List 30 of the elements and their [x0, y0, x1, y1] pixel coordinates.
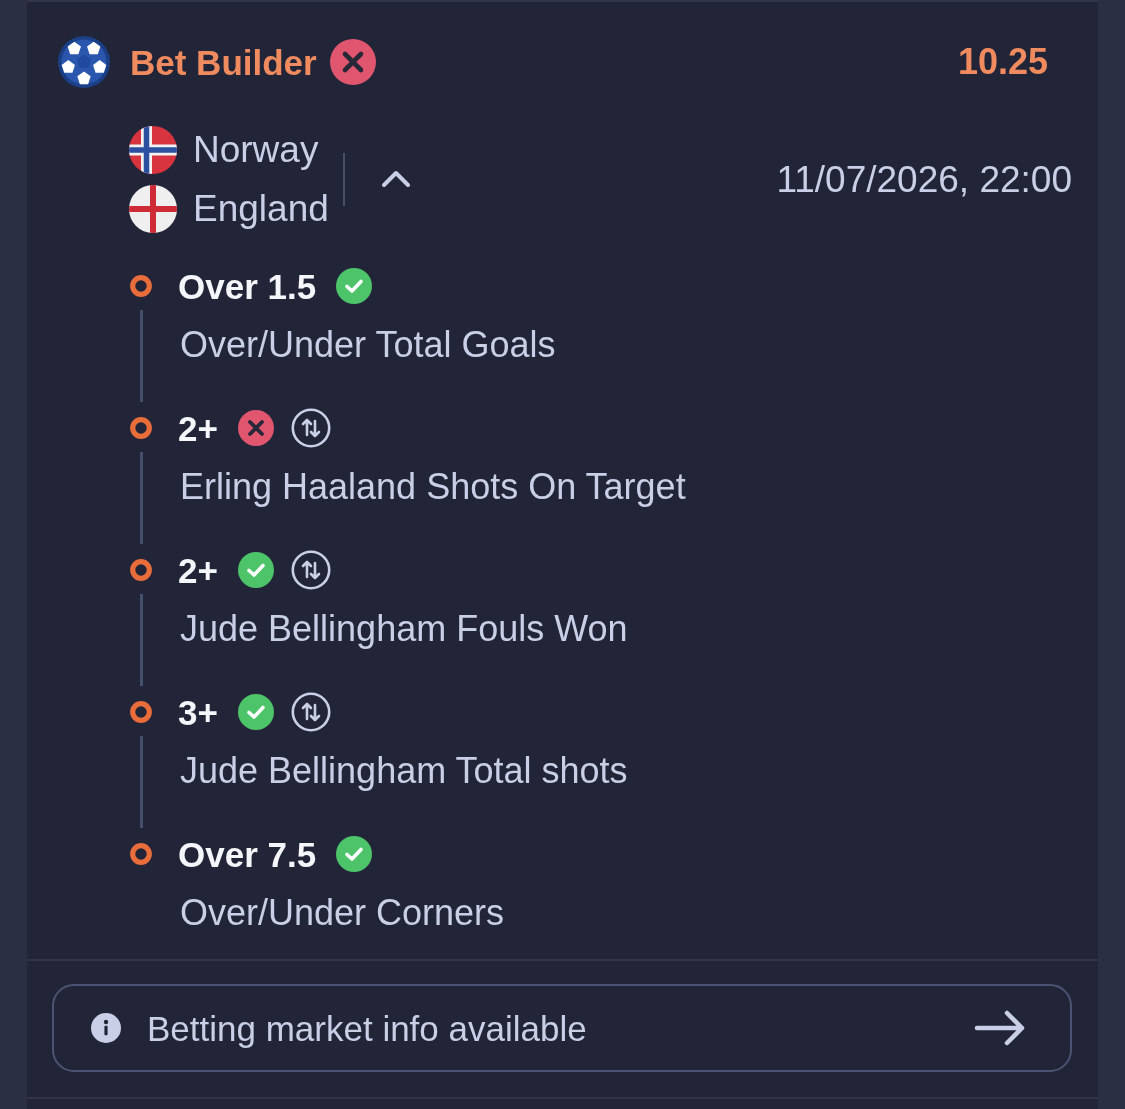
info-icon	[91, 1013, 121, 1043]
swap-arrows-icon[interactable]	[290, 408, 331, 448]
timeline-dot-icon	[130, 417, 152, 439]
bet-title: Bet Builder	[130, 44, 317, 80]
swap-arrows-icon[interactable]	[290, 550, 331, 590]
market-name: Jude Bellingham Total shots	[180, 753, 628, 789]
team-name: England	[193, 190, 329, 227]
chevron-up-icon[interactable]	[380, 170, 411, 188]
selection-pick: 2+	[178, 410, 218, 446]
soccer-ball-icon	[58, 36, 110, 88]
market-name: Over/Under Corners	[180, 895, 505, 931]
norway-flag-icon	[129, 125, 177, 174]
market-info-button[interactable]: Betting market info available	[52, 984, 1072, 1072]
timeline-dot-icon	[130, 275, 152, 297]
timeline-dot-icon	[130, 843, 152, 865]
market-name: Over/Under Total Goals	[180, 327, 556, 363]
selection-pick: Over 7.5	[178, 836, 317, 872]
market-name: Jude Bellingham Fouls Won	[180, 611, 628, 647]
timeline-dot-icon	[130, 559, 152, 581]
team-name: Norway	[193, 131, 319, 168]
total-odds: 10.25	[957, 44, 1048, 80]
england-flag-icon	[129, 184, 177, 233]
arrow-right-icon	[974, 1009, 1026, 1047]
selection-pick: Over 1.5	[178, 268, 317, 304]
selection-pick: 3+	[178, 694, 218, 730]
timeline-dot-icon	[130, 701, 152, 723]
match-datetime: 11/07/2026, 22:00	[776, 160, 1072, 198]
swap-arrows-icon[interactable]	[290, 692, 331, 732]
selection-pick: 2+	[178, 552, 218, 588]
market-name: Erling Haaland Shots On Target	[180, 469, 686, 505]
